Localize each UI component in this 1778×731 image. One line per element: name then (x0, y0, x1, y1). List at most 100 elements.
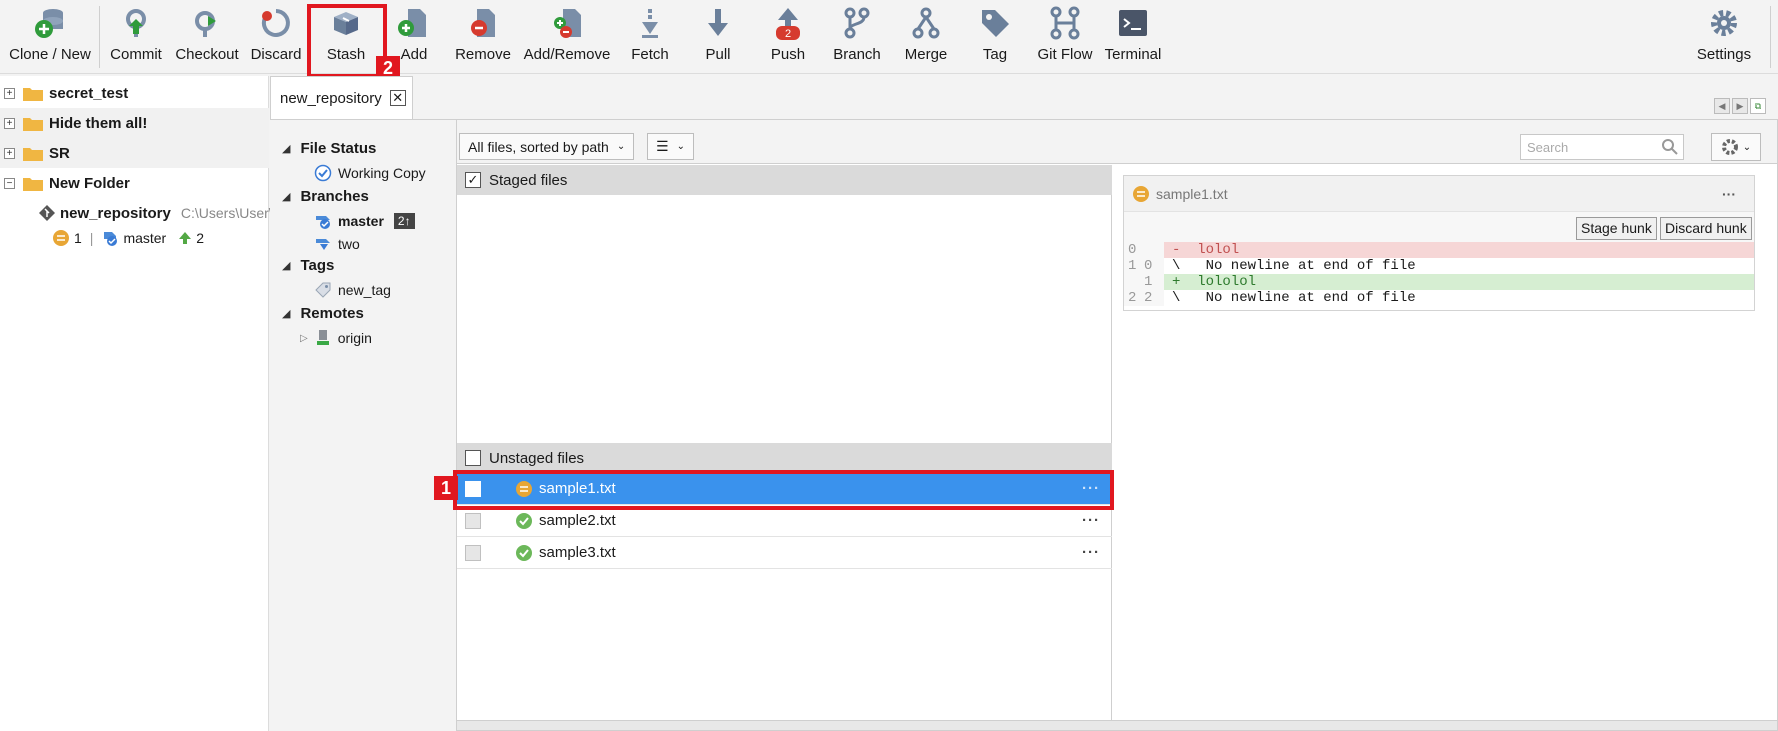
diff-line: 1 0 \ No newline at end of file (1124, 258, 1754, 274)
collapse-toggle[interactable]: − (4, 177, 15, 189)
ahead-badge: 2↑ (393, 213, 415, 229)
checkout-button[interactable]: Checkout (174, 6, 240, 70)
file-add-icon (398, 9, 426, 37)
tab-new-repository[interactable]: new_repository ✕ (270, 76, 413, 119)
file-row-sample3[interactable]: sample3.txt ··· (457, 537, 1112, 569)
chevron-down-icon: ⌄ (1742, 141, 1752, 153)
gear-icon (1711, 10, 1737, 36)
file-filter-dropdown[interactable]: All files, sorted by path ⌄ (459, 133, 635, 160)
unstaged-select-all-checkbox[interactable] (465, 450, 481, 466)
tag-icon (315, 282, 331, 298)
folder-hide-them-all[interactable]: + Hide them all! (0, 108, 269, 138)
file-status-header[interactable]: ◢ File Status (282, 140, 376, 157)
modified-status-icon (1133, 185, 1149, 202)
terminal-button[interactable]: Terminal (1102, 6, 1164, 70)
repo-status-line: 1 | master 2 (52, 229, 204, 247)
merge-button[interactable]: Merge (902, 6, 950, 70)
repository-tree: + secret_test + Hide them all! + SR − Ne… (0, 76, 273, 731)
tab-strip: new_repository ✕ ◀ ▶ ⧉ (270, 76, 1778, 119)
remote-server-icon (316, 330, 329, 345)
files-column: ✓ Staged files Unstaged files sample1.tx… (457, 165, 1112, 730)
hunk-actions: Stage hunk Discard hunk (1124, 212, 1754, 242)
expand-triangle-icon[interactable]: ▷ (300, 333, 308, 344)
tab-scroll-left-icon[interactable]: ◀ (1714, 98, 1730, 114)
remove-button[interactable]: Remove (452, 6, 514, 70)
commit-icon (126, 9, 146, 37)
clean-status-icon (516, 512, 532, 529)
settings-button[interactable]: Settings (1694, 6, 1754, 70)
diff-line: 0- lolol (1124, 242, 1754, 258)
git-flow-button[interactable]: Git Flow (1034, 6, 1096, 70)
sidebar-item-branch-two[interactable]: two (314, 235, 360, 253)
fetch-button[interactable]: Fetch (628, 6, 672, 70)
tab-scroll-right-icon[interactable]: ▶ (1732, 98, 1748, 114)
tab-list-icon[interactable]: ⧉ (1750, 98, 1766, 114)
branch-current-icon (316, 216, 330, 229)
toolbar-edge (1770, 6, 1771, 68)
filter-bar: All files, sorted by path ⌄ ☰ ⌄ Search ⌄ (457, 120, 1777, 164)
diff-more-button[interactable]: ··· (1722, 186, 1736, 202)
file-more-button[interactable]: ··· (1082, 544, 1100, 561)
sidebar-item-remote-origin[interactable]: ▷ origin (300, 329, 372, 347)
stash-highlight-box (307, 4, 387, 78)
tab-close-button[interactable]: ✕ (389, 90, 406, 106)
working-copy-icon (314, 164, 332, 182)
push-arrow-icon: 2 (776, 8, 800, 40)
repo-sidebar: ◢ File Status Working Copy ◢ Branches mast… (270, 119, 456, 731)
step-1-badge: 1 (434, 476, 458, 500)
push-count-badge: 2 (785, 28, 791, 40)
clean-status-icon (516, 544, 532, 561)
branches-header[interactable]: ◢ Branches (282, 188, 369, 205)
git-diamond-icon (39, 205, 55, 221)
expand-toggle[interactable]: + (4, 117, 15, 129)
remotes-header[interactable]: ◢ Remotes (282, 305, 364, 322)
merge-icon (912, 7, 940, 39)
folder-sr[interactable]: + SR (0, 138, 269, 168)
expand-toggle[interactable]: + (4, 147, 15, 159)
database-add-icon (35, 9, 63, 38)
sourcetree-window: Clone / New Commit Checkout Discard Stas… (0, 0, 1778, 731)
file-status-panel: All files, sorted by path ⌄ ☰ ⌄ Search ⌄… (456, 119, 1778, 731)
clone-new-button[interactable]: Clone / New (8, 6, 92, 70)
collapse-triangle-icon: ◢ (282, 143, 291, 155)
file-checkbox[interactable] (465, 544, 481, 561)
repo-item-new-repository[interactable]: new_repository C:\Users\User\ (38, 204, 273, 222)
staged-files-header: ✓ Staged files (457, 165, 1112, 195)
diff-panel: sample1.txt ··· Stage hunk Discard hunk … (1113, 165, 1777, 730)
collapse-triangle-icon: ◢ (282, 191, 291, 203)
diff-line: 2 2 \ No newline at end of file (1124, 290, 1754, 306)
folder-new-folder[interactable]: − New Folder (0, 168, 269, 198)
tag-icon (982, 10, 1009, 37)
sidebar-item-branch-master[interactable]: master 2↑ (314, 212, 415, 230)
file-more-button[interactable]: ··· (1082, 512, 1100, 529)
tag-button[interactable]: Tag (978, 6, 1012, 70)
search-icon (1662, 139, 1678, 155)
push-button[interactable]: 2 Push (768, 6, 808, 70)
branch-button[interactable]: Branch (832, 6, 882, 70)
search-input[interactable]: Search (1520, 134, 1684, 160)
horizontal-scrollbar[interactable] (457, 720, 1777, 730)
stage-hunk-button[interactable]: Stage hunk (1576, 217, 1657, 240)
view-mode-dropdown[interactable]: ☰ ⌄ (647, 133, 694, 160)
list-view-icon: ☰ (656, 138, 669, 154)
tags-header[interactable]: ◢ Tags (282, 257, 334, 274)
file-checkbox[interactable] (465, 512, 481, 529)
toolbar: Clone / New Commit Checkout Discard Stas… (0, 0, 1778, 74)
staged-select-all-checkbox[interactable]: ✓ (465, 172, 481, 188)
panel-options-dropdown[interactable]: ⌄ (1711, 133, 1761, 161)
expand-toggle[interactable]: + (4, 87, 15, 99)
collapse-triangle-icon: ◢ (282, 260, 291, 272)
branch-checked-icon (104, 232, 118, 246)
ahead-arrow-icon (179, 232, 192, 244)
terminal-icon (1119, 10, 1147, 36)
sidebar-item-tag-new-tag[interactable]: new_tag (314, 281, 391, 299)
add-remove-button[interactable]: Add/Remove (520, 6, 614, 70)
discard-button[interactable]: Discard (248, 6, 304, 70)
discard-hunk-button[interactable]: Discard hunk (1660, 217, 1752, 240)
diff-file-header: sample1.txt ··· (1124, 176, 1754, 212)
file-highlight-box (453, 470, 1114, 510)
folder-secret-test[interactable]: + secret_test (0, 78, 269, 108)
pull-button[interactable]: Pull (700, 6, 736, 70)
commit-button[interactable]: Commit (106, 6, 166, 70)
sidebar-item-working-copy[interactable]: Working Copy (314, 164, 426, 182)
